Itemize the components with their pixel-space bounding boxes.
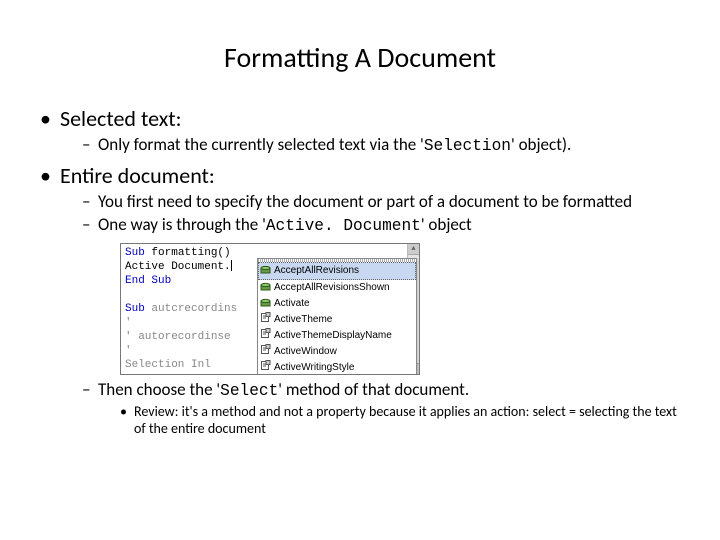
code-text: Active Document. <box>125 261 231 273</box>
code-selection: Selection <box>424 137 511 155</box>
bullet-heading: Entire document: <box>60 162 215 189</box>
intellisense-item-label: AcceptAllRevisionsShown <box>274 281 390 295</box>
intellisense-dropdown[interactable]: AcceptAllRevisions AcceptAllRevisionsShow… <box>257 258 417 375</box>
kw-sub: Sub <box>125 247 145 259</box>
method-icon <box>260 296 271 312</box>
intellisense-item-label: Activate <box>274 297 310 311</box>
intellisense-item[interactable]: ActiveThemeDisplayName <box>258 328 416 344</box>
property-icon <box>260 328 271 344</box>
text: Only format the currently selected text … <box>98 134 424 155</box>
code-text: formatting() <box>145 247 231 259</box>
code-text: autcrecordins <box>145 303 237 315</box>
method-icon <box>260 263 271 279</box>
sub-bullet: Only format the currently selected text … <box>82 134 690 156</box>
intellisense-item[interactable]: AcceptAllRevisionsShown <box>258 280 416 296</box>
bullet-entire-document: Entire document: You first need to speci… <box>40 162 690 438</box>
sub-sub-bullet: Review: it's a method and not a property… <box>120 403 690 438</box>
sub-bullet: Then choose the 'Select' method of that … <box>82 379 690 438</box>
kw-end: End <box>125 275 145 287</box>
intellisense-item-label: ActiveWindow <box>274 345 337 359</box>
text: Then choose the ' <box>98 379 220 400</box>
slide-title: Formatting A Document <box>30 40 690 75</box>
sub-bullet: You first need to specify the document o… <box>82 191 690 212</box>
property-icon <box>260 344 271 360</box>
bullet-heading: Selected text: <box>60 105 182 132</box>
bullet-selected-text: Selected text: Only format the currently… <box>40 105 690 156</box>
code-select: Select <box>220 382 278 400</box>
property-icon <box>260 312 271 328</box>
method-icon <box>260 280 271 296</box>
intellisense-item-label: ActiveTheme <box>274 313 332 327</box>
text: One way is through the ' <box>98 214 266 235</box>
intellisense-item[interactable]: AcceptAllRevisions <box>258 262 416 280</box>
intellisense-item[interactable]: ActiveWritingStyle <box>258 360 416 375</box>
kw-sub: Sub <box>125 303 145 315</box>
intellisense-item[interactable]: Activate <box>258 296 416 312</box>
intellisense-item[interactable]: ActiveTheme <box>258 312 416 328</box>
code-activedocument: Active. Document <box>266 217 421 235</box>
property-icon <box>260 360 271 375</box>
intellisense-item[interactable]: ActiveWindow <box>258 344 416 360</box>
text: ' object <box>421 214 472 235</box>
intellisense-item-label: ActiveWritingStyle <box>274 361 354 375</box>
kw-sub: Sub <box>151 275 171 287</box>
intellisense-item-label: AcceptAllRevisions <box>274 264 359 278</box>
sub-bullet: One way is through the 'Active. Document… <box>82 214 690 236</box>
text-cursor <box>231 260 232 271</box>
text: ' method of that document. <box>278 379 469 400</box>
vba-editor-screenshot: Sub formatting() Active Document. End Su… <box>120 243 420 375</box>
intellisense-item-label: ActiveThemeDisplayName <box>274 329 392 343</box>
text: ' object). <box>511 134 571 155</box>
